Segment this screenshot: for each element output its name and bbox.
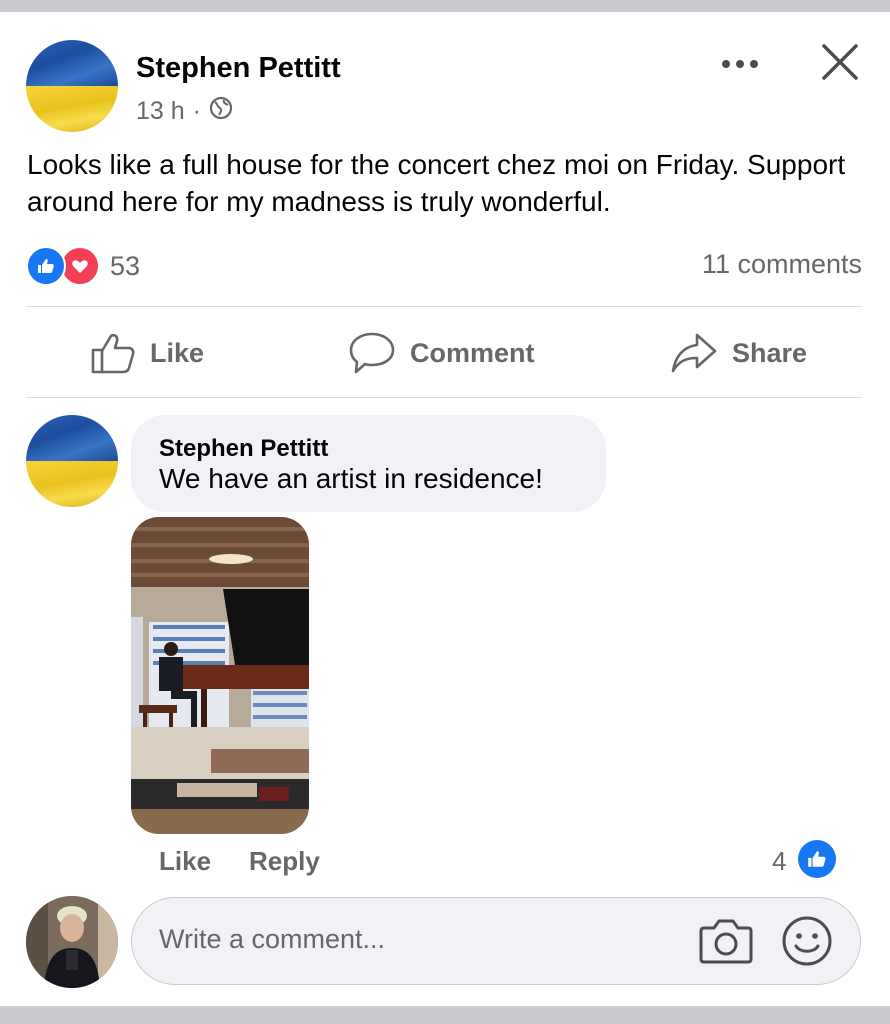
divider (26, 306, 862, 307)
post-meta: 13 h · (136, 96, 233, 127)
close-icon (822, 44, 858, 80)
more-options-button[interactable] (716, 50, 764, 78)
divider (26, 397, 862, 398)
share-button[interactable]: Share (670, 328, 807, 378)
bottom-separator (0, 1006, 890, 1024)
post-timestamp[interactable]: 13 h (136, 97, 185, 126)
meta-separator: · (192, 97, 201, 125)
comment-button[interactable]: Comment (348, 328, 535, 378)
post-author-avatar[interactable] (26, 40, 118, 132)
comment-text: We have an artist in residence! (159, 463, 543, 494)
comment-input[interactable]: Write a comment... (131, 897, 861, 985)
close-button[interactable] (818, 40, 862, 84)
comment-input-placeholder: Write a comment... (159, 924, 386, 954)
post-author-name[interactable]: Stephen Pettitt (136, 52, 341, 85)
top-separator (0, 0, 890, 12)
comments-count-link[interactable]: 11 comments (702, 249, 862, 280)
like-button[interactable]: Like (90, 328, 204, 378)
emoji-button[interactable] (780, 914, 834, 968)
like-reaction-icon (26, 246, 66, 286)
comment-author-name[interactable]: Stephen Pettitt (159, 435, 328, 463)
love-reaction-icon (60, 246, 100, 286)
comment-label: Comment (410, 337, 535, 368)
reaction-summary[interactable]: 53 (26, 246, 140, 286)
current-user-avatar[interactable] (26, 896, 118, 988)
camera-button[interactable] (698, 914, 754, 966)
thumbs-up-icon (91, 333, 135, 374)
comment-like-count: 4 (772, 846, 787, 876)
smiley-icon (782, 916, 832, 966)
comment-reply-button[interactable]: Reply (249, 846, 320, 877)
comment-photo[interactable] (131, 517, 309, 834)
globe-icon (209, 96, 233, 127)
comment-bubble: Stephen Pettitt We have an artist in res… (131, 415, 606, 512)
more-icon (722, 60, 758, 68)
like-label: Like (150, 337, 205, 368)
reaction-count: 53 (110, 250, 141, 281)
share-icon (671, 333, 717, 373)
share-label: Share (732, 337, 808, 368)
camera-icon (699, 919, 753, 964)
like-reaction-icon[interactable] (798, 840, 836, 878)
comment-like-button[interactable]: Like (159, 846, 211, 877)
comment-author-avatar[interactable] (26, 415, 118, 507)
post-text: Looks like a full house for the concert … (27, 149, 846, 217)
comment-icon (349, 332, 395, 374)
